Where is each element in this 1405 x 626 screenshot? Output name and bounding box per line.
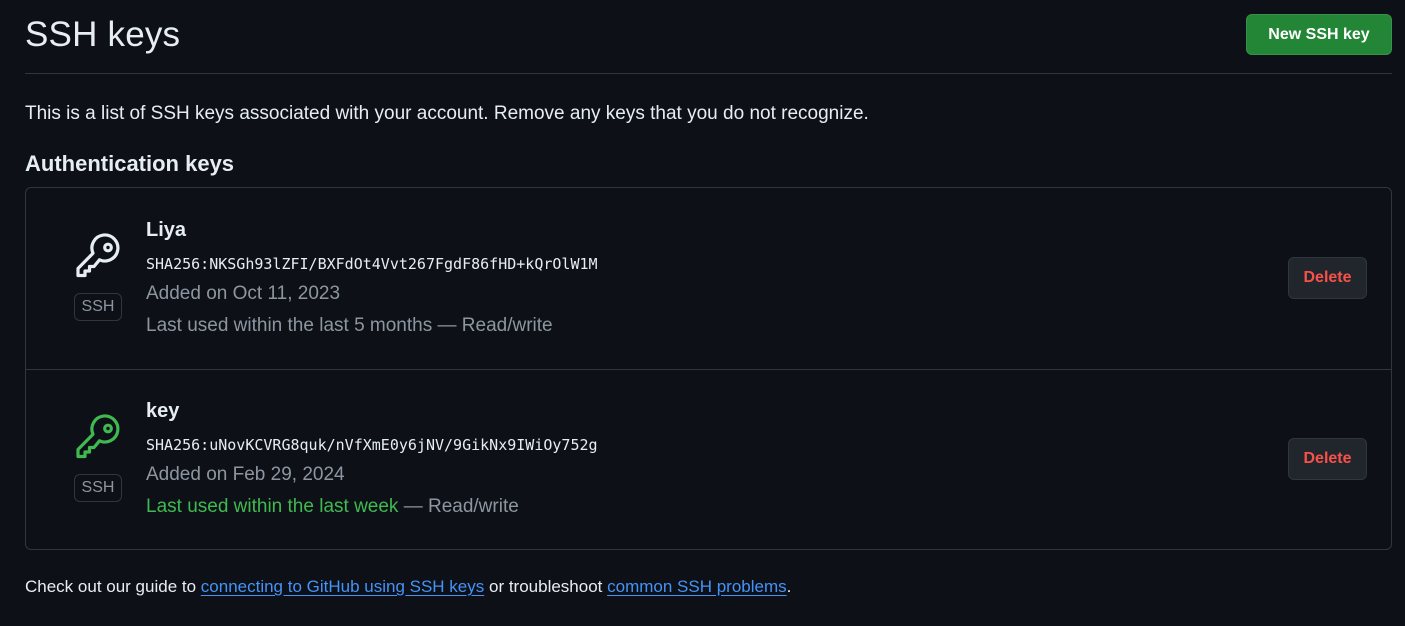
key-title: Liya [146, 219, 187, 241]
new-ssh-key-button[interactable]: New SSH key [1246, 14, 1392, 55]
section-title: Authentication keys [25, 151, 235, 176]
footer-middle: or troubleshoot [484, 577, 608, 596]
key-fingerprint: SHA256:uNovKCVRG8quk/nVfXmE0y6jNV/9GikNx… [146, 436, 598, 454]
footer-prefix: Check out our guide to [25, 577, 201, 596]
ssh-key-row: SSH key SHA256:uNovKCVRG8quk/nVfXmE0y6jN… [26, 369, 1391, 550]
ssh-key-row: SSH Liya SHA256:NKSGh93lZFI/BXFdOt4Vvt26… [26, 188, 1391, 370]
key-icon [76, 414, 120, 459]
key-added-date: Added on Feb 29, 2024 [146, 464, 345, 485]
key-usage-text: Last used within the last week [146, 496, 399, 517]
key-last-used: Last used within the last 5 months — Rea… [146, 315, 553, 337]
key-last-used: Last used within the last week — Read/wr… [146, 496, 519, 518]
help-footer: Check out our guide to connecting to Git… [25, 577, 791, 597]
key-added-date: Added on Oct 11, 2023 [146, 283, 341, 304]
page-description: This is a list of SSH keys associated wi… [25, 103, 869, 124]
key-access-text: — Read/write [432, 315, 553, 336]
page-header: SSH keys New SSH key [25, 0, 1392, 74]
delete-key-button[interactable]: Delete [1288, 438, 1367, 480]
key-title: key [146, 400, 180, 422]
key-fingerprint: SHA256:NKSGh93lZFI/BXFdOt4Vvt267FgdF86fH… [146, 255, 598, 273]
ssh-keys-page: SSH keys New SSH key This is a list of S… [25, 0, 1392, 596]
key-access-text: — Read/write [398, 496, 519, 517]
ssh-badge: SSH [74, 293, 122, 321]
ssh-badge: SSH [74, 474, 122, 502]
key-usage-text: Last used within the last 5 months [146, 315, 433, 336]
ssh-guide-link[interactable]: connecting to GitHub using SSH keys [201, 577, 484, 596]
footer-suffix: . [786, 577, 792, 596]
key-icon [76, 233, 120, 278]
delete-key-button[interactable]: Delete [1288, 257, 1367, 299]
ssh-keys-list: SSH Liya SHA256:NKSGh93lZFI/BXFdOt4Vvt26… [25, 187, 1392, 550]
ssh-troubleshoot-link[interactable]: common SSH problems [607, 577, 787, 596]
page-title: SSH keys [25, 15, 181, 54]
